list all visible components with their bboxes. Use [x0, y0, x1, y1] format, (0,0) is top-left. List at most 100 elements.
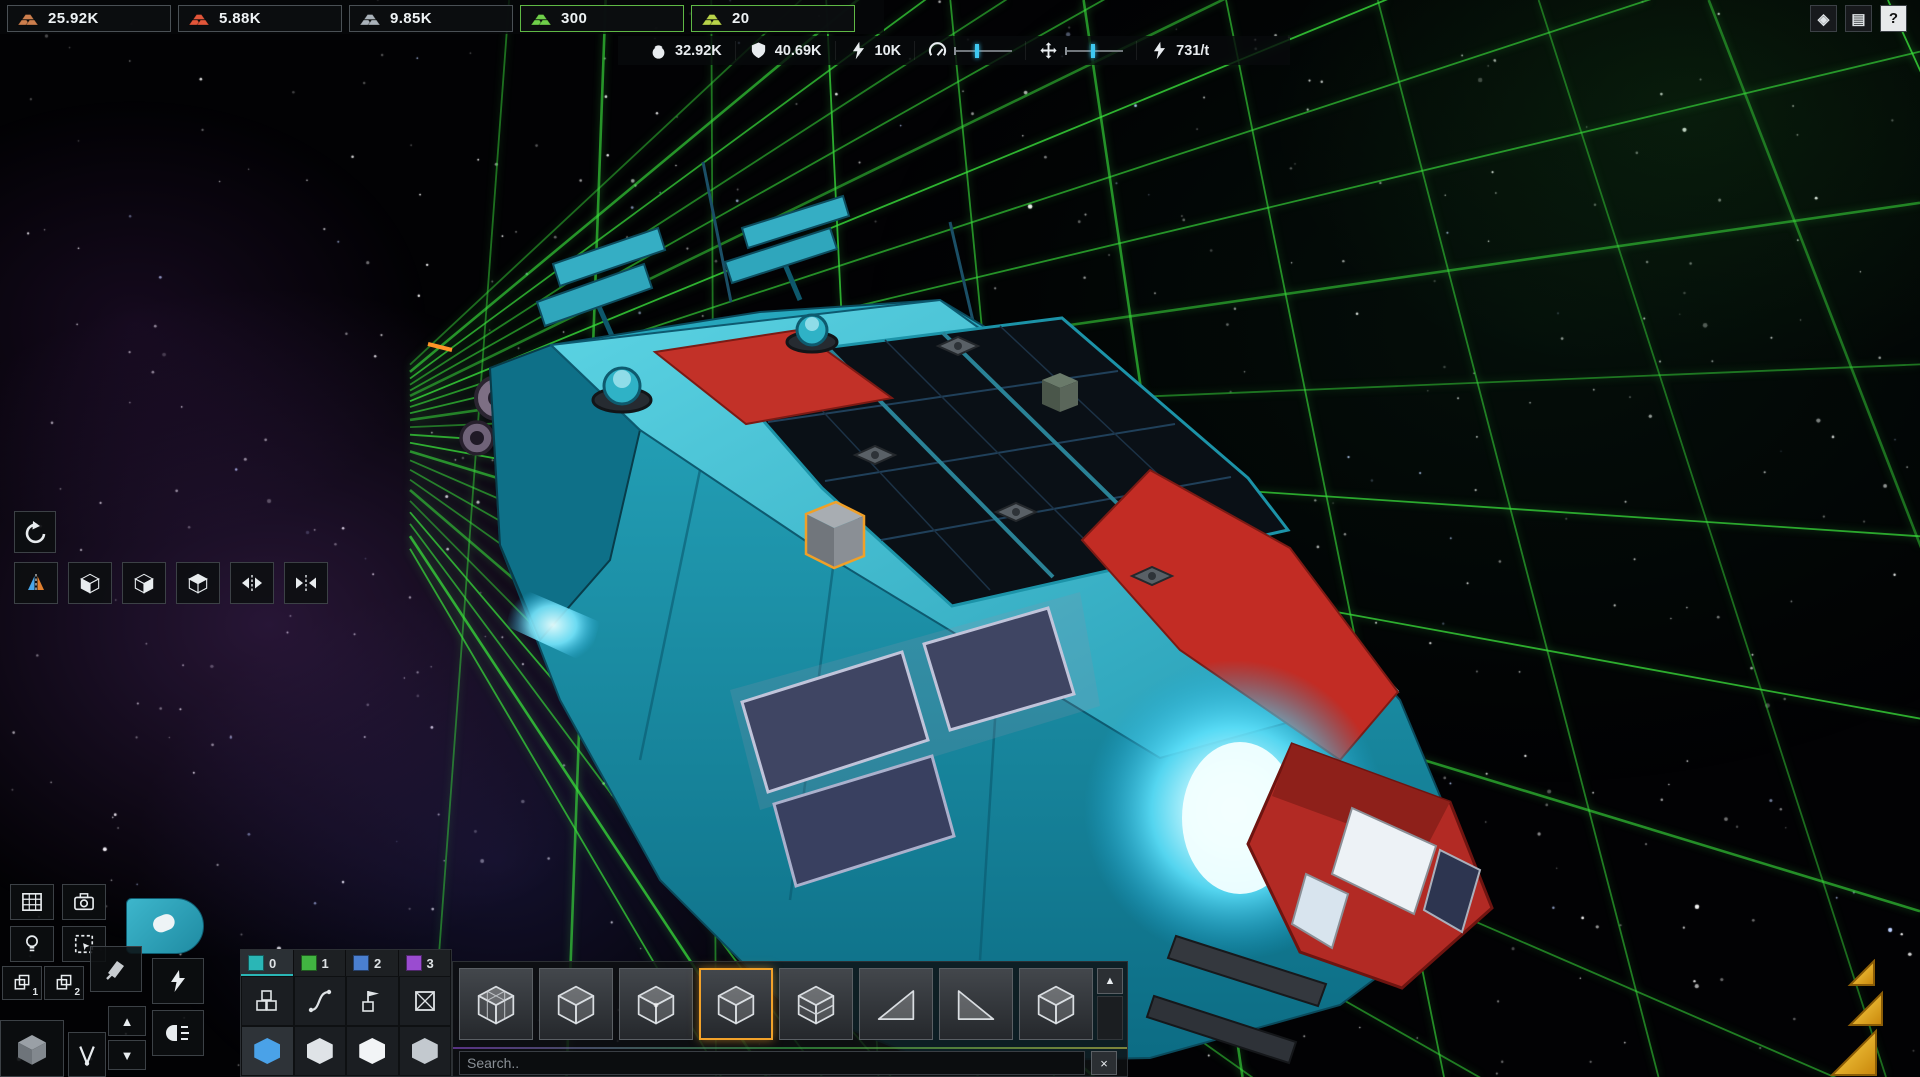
material-swatch-1[interactable]: [294, 1026, 347, 1076]
palette-tab-1[interactable]: 1: [294, 950, 347, 976]
ore-icon: [701, 11, 723, 26]
material-cube-icon: [359, 1038, 385, 1064]
palette-categories: [241, 976, 451, 1076]
block-slot-5-wedge[interactable]: [859, 968, 933, 1040]
mirror-icon: [24, 571, 48, 595]
slider-knob[interactable]: [1091, 44, 1095, 58]
thrust-stat: [1025, 41, 1136, 60]
paint-button[interactable]: [90, 946, 142, 992]
shield-value: 40.69K: [775, 43, 822, 59]
material-swatch-3[interactable]: [399, 1026, 452, 1076]
ore-icon: [530, 11, 552, 26]
layers-button[interactable]: ▤: [1845, 5, 1872, 32]
cube-icon: [550, 978, 602, 1030]
gauge-icon: [928, 41, 947, 60]
group-icon: [12, 973, 32, 993]
cube-icon: [710, 978, 762, 1030]
cube-top-icon: [185, 570, 211, 596]
block-slot-2-rounded-cube[interactable]: [619, 968, 693, 1040]
slope-icon: [950, 978, 1002, 1030]
thrust-slider[interactable]: [1065, 43, 1123, 59]
block-palette-panel: ▲ ×: [452, 961, 1128, 1077]
crate-tool[interactable]: [399, 976, 452, 1026]
half-cube-icon: [790, 978, 842, 1030]
gizmo-button[interactable]: ◈: [1810, 5, 1837, 32]
palette-tab-3[interactable]: 3: [399, 950, 452, 976]
stats-table-button[interactable]: [10, 884, 54, 920]
group-1-button[interactable]: 1: [2, 966, 42, 1000]
group-2-button[interactable]: 2: [44, 966, 84, 1000]
palette-tab-2[interactable]: 2: [346, 950, 399, 976]
slider-knob[interactable]: [975, 44, 979, 58]
block-category-panel: 0 1 2 3: [240, 949, 452, 1077]
crate-icon: [412, 988, 438, 1014]
table-icon: [21, 892, 43, 912]
material-preview-button[interactable]: [0, 1020, 64, 1077]
material-cube-icon: [412, 1038, 438, 1064]
ship-stats-bar: 32.92K 40.69K 10K 731/t: [618, 36, 1290, 65]
block-slot-4-half-cube[interactable]: [779, 968, 853, 1040]
ship: [0, 0, 1920, 1077]
block-slot-3-cube[interactable]: [699, 968, 773, 1040]
material-cube-icon: [254, 1038, 280, 1064]
bolt-icon: [166, 969, 190, 993]
tab-color-chip: [248, 955, 264, 971]
vertex-pick-button[interactable]: [68, 1032, 106, 1077]
scroll-down-tool-button[interactable]: ▼: [108, 1040, 146, 1070]
cube-top-face-button[interactable]: [176, 562, 220, 604]
block-slot-6-slope[interactable]: [939, 968, 1013, 1040]
block-slot-7-cube[interactable]: [1019, 968, 1093, 1040]
tab-label: 1: [322, 956, 329, 971]
durability-slider[interactable]: [954, 43, 1012, 59]
material-cube-icon: [307, 1038, 333, 1064]
scroll-up-tool-button[interactable]: ▲: [108, 1006, 146, 1036]
tab-label: 0: [269, 956, 276, 971]
help-button[interactable]: ?: [1880, 5, 1907, 32]
palette-scroll-up-button[interactable]: ▲: [1097, 968, 1123, 994]
light-button[interactable]: [10, 926, 54, 962]
tab-label: 2: [374, 956, 381, 971]
undo-icon: [23, 520, 47, 544]
top-right-buttons: ◈ ▤ ?: [1810, 5, 1907, 32]
close-icon[interactable]: ×: [1091, 1051, 1117, 1075]
resource-iron: 25.92K: [7, 5, 171, 32]
wedge-icon: [870, 978, 922, 1030]
resource-value: 9.85K: [390, 10, 432, 27]
energy-value: 10K: [875, 43, 902, 59]
group-icon: [54, 973, 74, 993]
move-icon: [1039, 41, 1058, 60]
mirror-button[interactable]: [14, 562, 58, 604]
tab-color-chip: [353, 955, 369, 971]
cube-right-icon: [131, 570, 157, 596]
resource-value: 300: [561, 10, 587, 27]
build-mode-screen: 25.92K 5.88K 9.85K 300 20 ◈ ▤ ? 32.92K: [0, 0, 1920, 1077]
screenshot-button[interactable]: [62, 884, 106, 920]
energy-stat: 10K: [835, 41, 915, 60]
flip-outward-button[interactable]: [230, 562, 274, 604]
ore-icon: [188, 11, 210, 26]
multi-block-tool[interactable]: [241, 976, 294, 1026]
material-swatch-2[interactable]: [346, 1026, 399, 1076]
palette-scroll-track[interactable]: [1097, 996, 1123, 1040]
slider-track: [954, 50, 1012, 52]
search-input[interactable]: [459, 1051, 1085, 1075]
resource-value: 25.92K: [48, 10, 99, 27]
palette-tab-0[interactable]: 0: [241, 950, 294, 976]
block-slot-1-cube[interactable]: [539, 968, 613, 1040]
flag-block-tool[interactable]: [346, 976, 399, 1026]
material-swatch-0[interactable]: [241, 1026, 294, 1076]
power-button[interactable]: [152, 958, 204, 1004]
curve-tool[interactable]: [294, 976, 347, 1026]
cube-left-face-button[interactable]: [68, 562, 112, 604]
rounded-cube-icon: [630, 978, 682, 1030]
cube-icon: [1030, 978, 1082, 1030]
headlight-button[interactable]: [152, 1010, 204, 1056]
ghost-block: [806, 502, 864, 568]
cube-right-face-button[interactable]: [122, 562, 166, 604]
flip-out-icon: [240, 571, 264, 595]
camera-icon: [73, 892, 95, 912]
flip-inward-button[interactable]: [284, 562, 328, 604]
undo-button[interactable]: [14, 511, 56, 553]
block-slot-0-grid-cube[interactable]: [459, 968, 533, 1040]
bolt-icon: [849, 41, 868, 60]
